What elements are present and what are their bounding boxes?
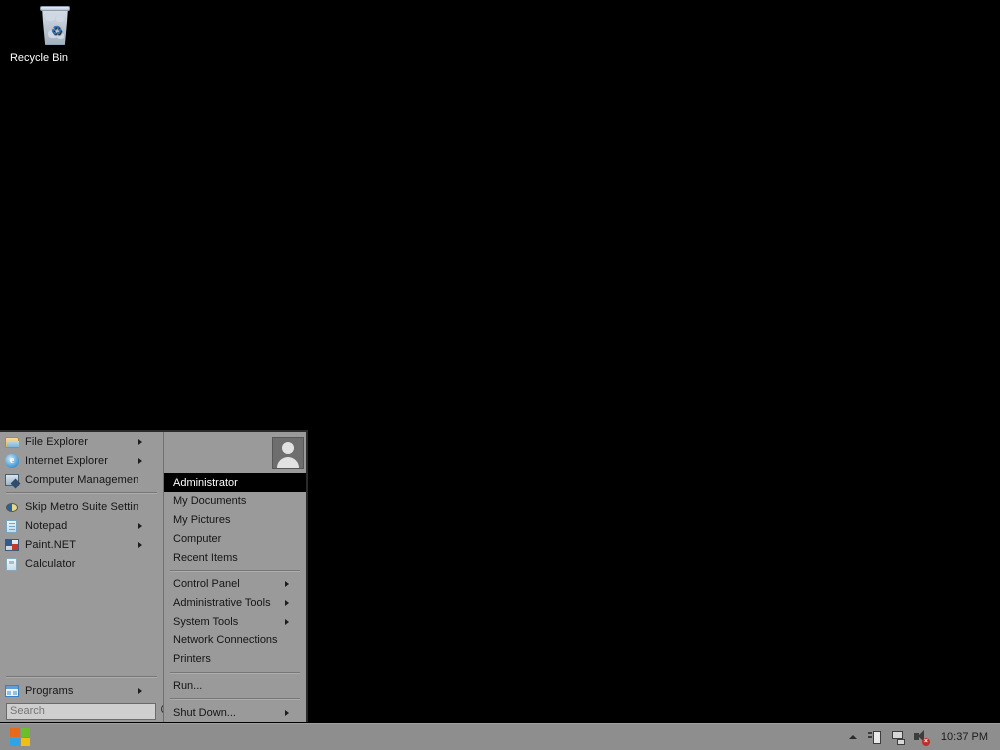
menu-divider — [6, 676, 157, 678]
computer-management-icon — [4, 472, 20, 488]
chevron-right-icon — [285, 581, 297, 588]
start-menu-search-row — [0, 700, 171, 722]
search-input[interactable] — [6, 702, 156, 720]
menu-item-run[interactable]: Run... — [164, 677, 306, 696]
network-icon[interactable] — [889, 728, 908, 747]
menu-item-label: Administrator — [173, 476, 238, 489]
menu-item-notepad[interactable]: Notepad — [0, 516, 163, 535]
menu-item-skip-metro-suite-settings[interactable]: Skip Metro Suite Settings — [0, 497, 163, 516]
menu-divider — [170, 698, 300, 701]
chevron-right-icon — [285, 618, 297, 625]
usb-device-icon[interactable] — [866, 728, 885, 747]
chevron-right-icon — [138, 457, 150, 464]
menu-item-label: Programs — [25, 684, 74, 697]
folder-icon — [4, 434, 20, 450]
notepad-icon — [4, 518, 20, 534]
recycle-bin-icon: ♻ — [6, 6, 72, 50]
desktop-icon-label: Recycle Bin — [9, 52, 69, 64]
menu-divider — [170, 569, 300, 572]
volume-muted-icon[interactable]: × — [912, 728, 931, 747]
start-menu-right-panel: Administrator My Documents My Pictures C… — [163, 432, 306, 722]
menu-item-computer-management[interactable]: Computer Management — [0, 470, 163, 489]
menu-item-paint-net[interactable]: Paint.NET — [0, 535, 163, 554]
menu-item-label: Recent Items — [173, 551, 238, 564]
menu-item-label: Paint.NET — [25, 538, 77, 551]
chevron-right-icon — [138, 687, 150, 694]
menu-item-printers[interactable]: Printers — [164, 650, 306, 669]
menu-item-system-tools[interactable]: System Tools — [164, 612, 306, 631]
menu-item-my-documents[interactable]: My Documents — [164, 492, 306, 511]
taskbar-clock[interactable]: 10:37 PM — [933, 731, 994, 743]
menu-item-label: Printers — [173, 653, 211, 666]
chevron-right-icon — [285, 600, 297, 607]
menu-item-administrator[interactable]: Administrator — [164, 473, 306, 493]
user-avatar-icon — [272, 436, 304, 469]
chevron-right-icon — [138, 541, 150, 548]
menu-divider — [6, 492, 157, 494]
menu-item-programs[interactable]: Programs — [0, 681, 163, 700]
internet-explorer-icon: e — [4, 453, 20, 469]
menu-item-label: Shut Down... — [173, 706, 236, 719]
chevron-right-icon — [138, 438, 150, 445]
paint-net-icon — [4, 537, 20, 553]
start-menu-pinned-list: File Explorer e Internet Explorer Comput… — [0, 432, 163, 673]
menu-item-label: My Pictures — [173, 514, 231, 527]
menu-item-my-pictures[interactable]: My Pictures — [164, 511, 306, 530]
system-tray: × 10:37 PM — [845, 724, 1000, 750]
programs-icon — [4, 683, 20, 699]
menu-item-label: Run... — [173, 679, 203, 692]
menu-divider — [170, 671, 300, 674]
menu-item-label: My Documents — [173, 495, 247, 508]
taskbar[interactable]: × 10:37 PM — [0, 723, 1000, 750]
calculator-icon — [4, 556, 20, 572]
menu-item-computer[interactable]: Computer — [164, 530, 306, 549]
desktop-icon-recycle-bin[interactable]: ♻ Recycle Bin — [6, 6, 72, 65]
start-menu[interactable]: File Explorer e Internet Explorer Comput… — [0, 430, 308, 722]
menu-item-calculator[interactable]: Calculator — [0, 554, 163, 573]
start-menu-left-panel: File Explorer e Internet Explorer Comput… — [0, 432, 171, 722]
menu-item-file-explorer[interactable]: File Explorer — [0, 432, 163, 451]
menu-item-label: File Explorer — [25, 435, 89, 448]
menu-item-control-panel[interactable]: Control Panel — [164, 575, 306, 594]
mute-badge: × — [921, 737, 930, 746]
skip-metro-suite-icon — [4, 499, 20, 515]
menu-item-label: Calculator — [25, 557, 76, 570]
chevron-up-icon[interactable] — [845, 727, 861, 747]
user-avatar-container[interactable] — [164, 432, 306, 473]
menu-item-recent-items[interactable]: Recent Items — [164, 548, 306, 567]
menu-item-label: Control Panel — [173, 578, 240, 591]
menu-item-label: System Tools — [173, 615, 239, 628]
start-button[interactable] — [0, 724, 40, 750]
windows-logo-icon — [10, 728, 30, 746]
menu-item-label: Computer — [173, 532, 222, 545]
menu-item-label: Administrative Tools — [173, 597, 271, 610]
menu-item-label: Internet Explorer — [25, 454, 109, 467]
chevron-right-icon — [285, 709, 297, 716]
menu-item-label: Computer Management — [25, 473, 138, 486]
chevron-right-icon — [138, 522, 150, 529]
menu-item-label: Notepad — [25, 519, 68, 532]
menu-item-administrative-tools[interactable]: Administrative Tools — [164, 594, 306, 613]
menu-item-label: Skip Metro Suite Settings — [25, 500, 138, 513]
menu-item-label: Network Connections — [173, 634, 278, 647]
menu-item-internet-explorer[interactable]: e Internet Explorer — [0, 451, 163, 470]
menu-item-shut-down[interactable]: Shut Down... — [164, 703, 306, 722]
menu-item-network-connections[interactable]: Network Connections — [164, 631, 306, 650]
